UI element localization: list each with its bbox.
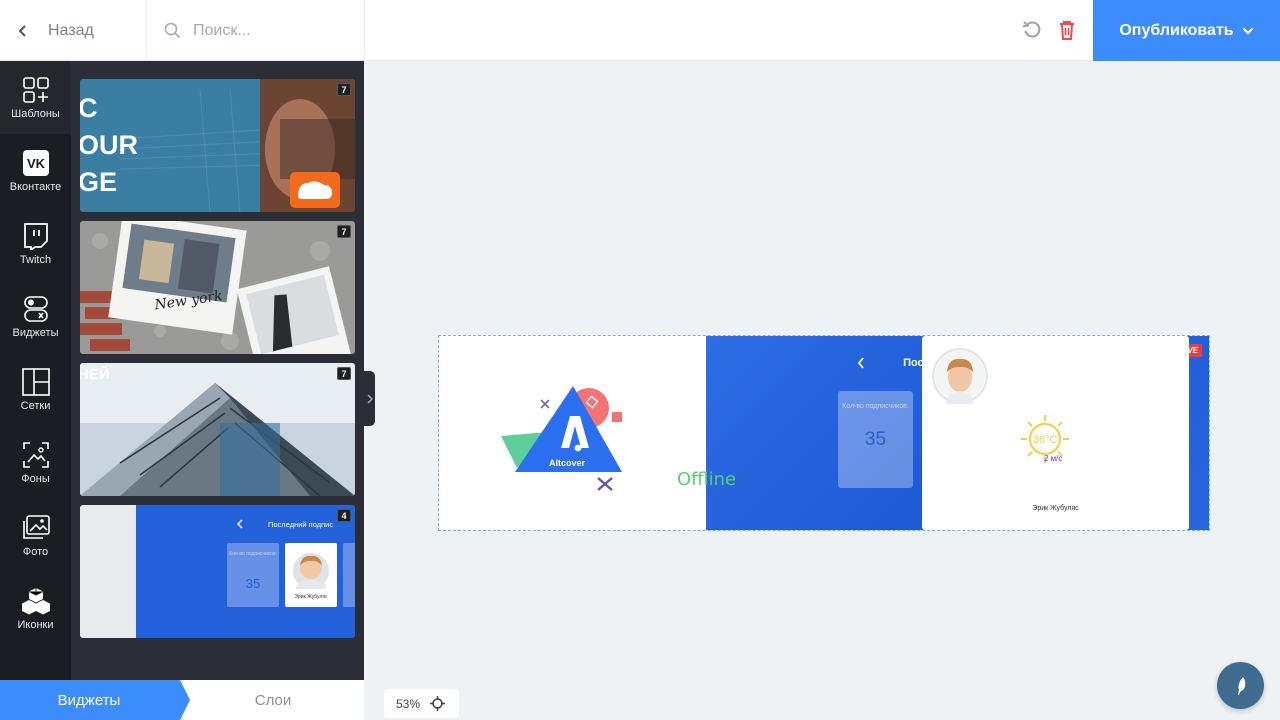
- subscribers-count: 35: [864, 429, 887, 450]
- banner-white-section: Altcover: [439, 336, 706, 530]
- panel-collapse-handle[interactable]: [364, 371, 375, 426]
- subscribers-count-card: Кол-во подписчиков: 35: [838, 391, 913, 488]
- template-count-badge: 4: [337, 509, 351, 522]
- sidebar-item-label: Twitch: [19, 253, 52, 266]
- templates-icon: [22, 76, 49, 103]
- widgets-icon: [23, 295, 48, 322]
- template-text: OUR: [80, 130, 138, 160]
- publish-label: Опубликовать: [1119, 21, 1234, 39]
- temperature: 36°C: [1033, 434, 1058, 446]
- altcover-logo: [501, 386, 622, 491]
- template-preview-newyork: New york: [80, 221, 355, 354]
- template-text: GE: [80, 167, 117, 197]
- avatar: [932, 348, 988, 404]
- template-preview-building: НЕЙ: [80, 363, 355, 496]
- template-card[interactable]: New york 7: [80, 221, 355, 354]
- template-preview-subscriber: Последний подпис Кол-во подписчиков: 35 …: [80, 505, 355, 638]
- canvas-banner[interactable]: Altcover LIVE Offline Последний подписчи…: [438, 335, 1210, 531]
- weather-card: 36°C 2 м/с: [1007, 391, 1082, 488]
- chevron-left-icon[interactable]: [857, 357, 865, 369]
- feather-icon: [1237, 676, 1245, 695]
- sidebar-item-backgrounds[interactable]: Фоны: [0, 426, 71, 499]
- sidebar-item-vk[interactable]: VK Вконтакте: [0, 134, 71, 207]
- sidebar-item-label: Фото: [22, 545, 49, 558]
- template-count-badge: 7: [337, 367, 351, 380]
- back-button[interactable]: Назад: [0, 0, 147, 61]
- publish-button[interactable]: Опубликовать: [1093, 0, 1280, 61]
- template-text: Последний подпис: [268, 520, 333, 529]
- sidebar-item-widgets[interactable]: Виджеты: [0, 280, 71, 353]
- undo-icon[interactable]: [1020, 18, 1044, 42]
- template-text: НЕЙ: [80, 365, 110, 383]
- photo-icon: [22, 514, 50, 539]
- wind-speed: 2 м/с: [1044, 454, 1063, 463]
- chevron-left-icon: [18, 24, 26, 37]
- svg-text:VK: VK: [26, 156, 45, 171]
- search-box: [148, 0, 365, 61]
- template-count-badge: 7: [337, 83, 351, 96]
- sidebar-item-label: Шаблоны: [11, 107, 60, 120]
- template-text: Эрик Жубуляс: [294, 594, 328, 600]
- cubes-icon: [21, 587, 50, 614]
- template-text: Кол-во подписчиков:: [229, 551, 277, 557]
- template-card[interactable]: НЕЙ 7: [80, 363, 355, 496]
- background-icon: [22, 441, 49, 468]
- crosshair-icon[interactable]: [430, 696, 446, 711]
- template-card[interactable]: C OUR GE 7: [80, 79, 355, 212]
- left-rail: Шаблоны VK Вконтакте Twitch Виджеты Сетк…: [0, 61, 71, 680]
- template-preview-music: C OUR GE: [80, 79, 355, 212]
- chevron-down-icon: [1242, 27, 1253, 35]
- subscribers-label: Кол-во подписчиков:: [842, 403, 909, 410]
- subscriber-name: Эрик Жубуляс: [1032, 505, 1079, 512]
- vk-icon: VK: [22, 149, 49, 176]
- template-count-badge: 7: [337, 225, 351, 238]
- panel-tabs: Слои Виджеты: [0, 680, 364, 720]
- sidebar-item-icons[interactable]: Иконки: [0, 572, 71, 645]
- sidebar-item-label: Виджеты: [12, 326, 59, 339]
- offline-status: Offline: [677, 469, 737, 490]
- sidebar-item-templates[interactable]: Шаблоны: [0, 61, 71, 134]
- sidebar-item-twitch[interactable]: Twitch: [0, 207, 71, 280]
- template-text: C: [80, 93, 98, 123]
- trash-icon[interactable]: [1055, 18, 1079, 42]
- chevron-right-icon: [366, 393, 373, 404]
- top-bar: Назад Опубликовать: [0, 0, 1280, 61]
- sidebar-item-label: Вконтакте: [9, 180, 62, 193]
- twitch-icon: [23, 222, 48, 250]
- templates-panel: C OUR GE 7 New york 7 НЕЙ 7 Последний по…: [71, 61, 364, 680]
- sidebar-item-label: Сетки: [20, 399, 51, 412]
- zoom-control: 53%: [384, 689, 459, 718]
- brand-name: Altcover: [549, 458, 586, 468]
- zoom-value[interactable]: 53%: [396, 697, 420, 711]
- back-label: Назад: [48, 21, 94, 39]
- feedback-button[interactable]: [1217, 662, 1264, 709]
- sidebar-item-label: Иконки: [17, 618, 54, 631]
- tab-layers[interactable]: Слои: [182, 680, 364, 720]
- search-icon: [164, 22, 181, 39]
- sidebar-item-grids[interactable]: Сетки: [0, 353, 71, 426]
- template-text: 35: [246, 576, 260, 591]
- search-input[interactable]: [193, 21, 353, 40]
- sidebar-item-label: Фоны: [21, 472, 50, 485]
- tab-widgets[interactable]: Виджеты: [0, 680, 190, 720]
- sidebar-item-photo[interactable]: Фото: [0, 499, 71, 572]
- grid-icon: [21, 367, 50, 396]
- template-card[interactable]: Последний подпис Кол-во подписчиков: 35 …: [80, 505, 355, 638]
